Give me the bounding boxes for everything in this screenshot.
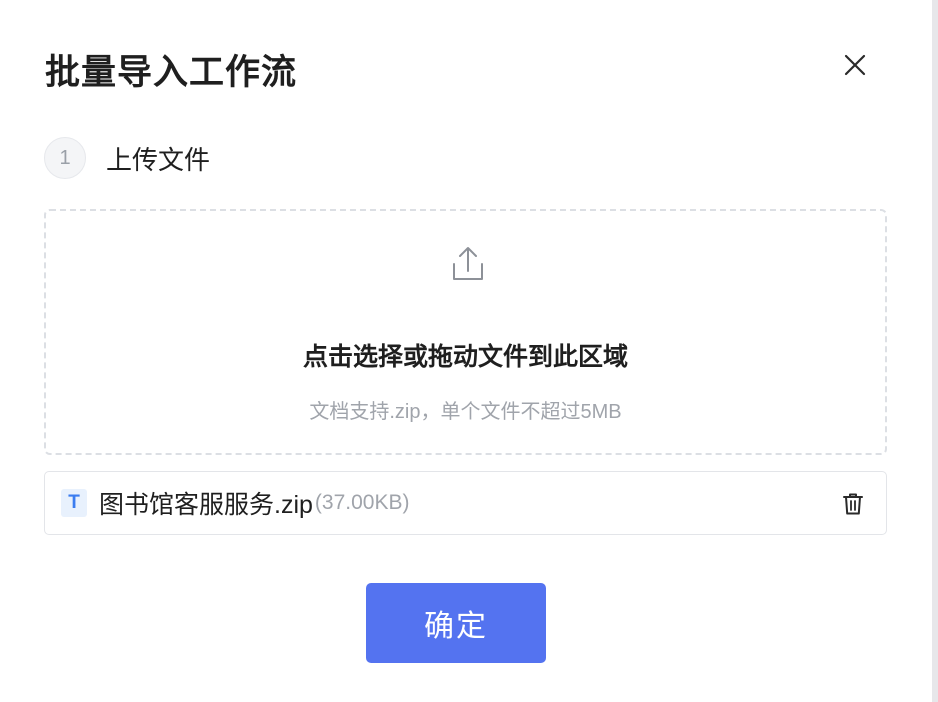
dropzone-hint: 文档支持.zip，单个文件不超过5MB	[309, 401, 622, 423]
upload-icon	[453, 247, 483, 280]
uploaded-file-item: T 图书馆客服服务.zip (37.00KB)	[44, 471, 887, 535]
upload-dropzone[interactable]: 点击选择或拖动文件到此区域 文档支持.zip，单个文件不超过5MB	[44, 209, 887, 455]
file-name: 图书馆客服服务.zip	[99, 491, 313, 519]
step-number: 1	[44, 137, 86, 179]
step-upload-file: 1 上传文件	[44, 137, 210, 179]
close-icon	[844, 54, 866, 76]
file-type-icon: T	[61, 489, 87, 517]
delete-file-button[interactable]	[840, 490, 866, 518]
window-edge	[932, 0, 938, 702]
confirm-button[interactable]: 确定	[366, 583, 546, 663]
step-label: 上传文件	[106, 144, 211, 175]
file-size: (37.00KB)	[314, 491, 410, 514]
dialog-title: 批量导入工作流	[45, 53, 298, 92]
close-button[interactable]	[838, 48, 872, 82]
trash-icon	[843, 493, 863, 515]
import-workflow-dialog: 批量导入工作流 1 上传文件 点击选择或拖动文件到此区域 文档支持.zip，单个…	[0, 0, 932, 702]
dropzone-title: 点击选择或拖动文件到此区域	[302, 343, 628, 371]
